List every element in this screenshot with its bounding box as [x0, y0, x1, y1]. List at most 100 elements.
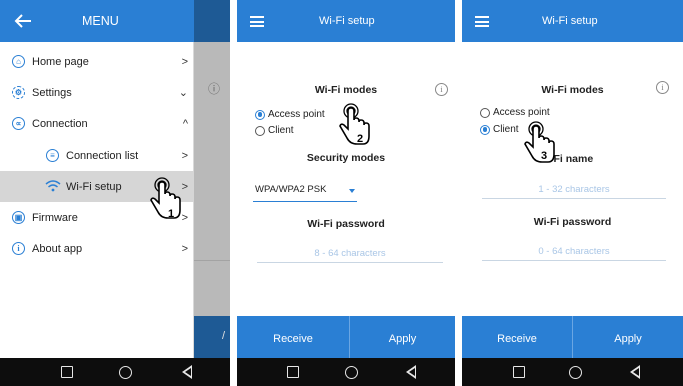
hamburger-menu-icon[interactable]: [250, 16, 264, 27]
app-bar: Wi-Fi setup: [237, 0, 455, 42]
wifi-modes-heading: Wi-Fi modes: [314, 84, 378, 96]
menu-item-label: Wi-Fi setup: [66, 180, 122, 193]
chevron-right-icon: >: [181, 55, 188, 68]
circle-icon: [568, 365, 582, 379]
back-key[interactable]: [620, 358, 650, 386]
input-underline: [482, 260, 666, 261]
input-underline: [257, 262, 443, 263]
menu-item-label: Connection: [32, 117, 88, 130]
menu-item-settings[interactable]: ⚙ Settings ⌄: [0, 77, 194, 108]
menu-item-label: Settings: [32, 86, 72, 99]
back-arrow-icon[interactable]: [13, 11, 33, 31]
input-underline: [482, 198, 666, 199]
app-title: Wi-Fi setup: [542, 15, 598, 27]
wifi-password-input[interactable]: 8 - 64 characters: [257, 248, 443, 259]
app-bar: Wi-Fi setup: [462, 0, 683, 42]
back-key[interactable]: [396, 358, 426, 386]
menu-item-label: Home page: [32, 55, 89, 68]
info-icon[interactable]: i: [435, 83, 448, 96]
radio-unchecked-icon: [255, 125, 265, 136]
recents-key[interactable]: [504, 358, 534, 386]
step-number: 2: [357, 133, 364, 145]
menu-item-connection-list[interactable]: ≡ Connection list >: [0, 140, 194, 171]
drawer-header: MENU: [0, 0, 194, 42]
triangle-back-icon: [182, 365, 192, 379]
screen-divider: [230, 0, 237, 386]
underlying-line: [194, 260, 230, 261]
bottom-action-bar: Receive Apply: [237, 316, 455, 358]
step-number: 1: [168, 208, 175, 220]
home-key[interactable]: [560, 358, 590, 386]
radio-unchecked-icon: [480, 107, 490, 118]
menu-item-label: About app: [32, 242, 83, 255]
receive-button[interactable]: Receive: [462, 316, 572, 358]
triangle-back-icon: [406, 365, 416, 379]
home-icon: ⌂: [12, 55, 25, 68]
chip-icon: ▣: [12, 211, 25, 224]
info-icon[interactable]: i: [656, 81, 669, 94]
radio-client[interactable]: Client: [255, 125, 294, 136]
triangle-back-icon: [630, 365, 640, 379]
underlying-info-icon: ⓘ: [208, 82, 221, 96]
list-icon: ≡: [46, 149, 59, 162]
tap-hand-icon: [522, 120, 562, 170]
settings-icon: ⚙: [12, 86, 25, 99]
apply-button[interactable]: Apply: [350, 316, 455, 358]
apply-button[interactable]: Apply: [573, 316, 683, 358]
dropdown-caret-icon: [349, 189, 355, 193]
bottom-action-bar: Receive Apply: [462, 316, 683, 358]
menu-item-label: Firmware: [32, 211, 78, 224]
recents-key[interactable]: [278, 358, 308, 386]
security-mode-dropdown[interactable]: WPA/WPA2 PSK: [253, 182, 357, 202]
radio-label: Access point: [493, 107, 550, 118]
radio-checked-icon: [255, 109, 265, 120]
share-icon: ∝: [12, 117, 25, 130]
dropdown-value: WPA/WPA2 PSK: [255, 184, 327, 195]
receive-button[interactable]: Receive: [237, 316, 349, 358]
menu-item-label: Connection list: [66, 149, 139, 162]
circle-icon: [118, 365, 132, 379]
step-number: 3: [541, 150, 548, 162]
underlying-slash: /: [222, 330, 226, 342]
wifi-password-heading: Wi-Fi password: [307, 218, 385, 230]
screen-divider: [455, 0, 462, 386]
radio-label: Client: [493, 124, 519, 135]
back-key[interactable]: [172, 358, 202, 386]
info-icon: i: [12, 242, 25, 255]
radio-client[interactable]: Client: [480, 124, 519, 135]
square-icon: [287, 366, 299, 378]
chevron-right-icon: >: [181, 149, 188, 162]
radio-label: Access point: [268, 109, 325, 120]
security-modes-heading: Security modes: [306, 152, 386, 164]
radio-checked-icon: [480, 124, 490, 135]
wifi-setup-screen-access-point: Wi-Fi setup Wi-Fi modes i Access point C…: [237, 0, 455, 358]
menu-item-connection[interactable]: ∝ Connection ^: [0, 108, 194, 139]
circle-icon: [344, 365, 358, 379]
app-title: Wi-Fi setup: [319, 15, 375, 27]
radio-label: Client: [268, 125, 294, 136]
square-icon: [513, 366, 525, 378]
wifi-password-heading: Wi-Fi password: [533, 216, 612, 228]
drawer-title: MENU: [82, 14, 119, 28]
android-navigation-bar: [0, 358, 683, 386]
wifi-setup-screen-client: Wi-Fi setup Wi-Fi modes i Access point C…: [462, 0, 683, 358]
square-icon: [61, 366, 73, 378]
chevron-up-icon: ^: [182, 117, 188, 130]
menu-item-about-app[interactable]: i About app >: [0, 233, 194, 264]
wifi-name-input[interactable]: 1 - 32 characters: [482, 184, 666, 195]
wifi-icon: [45, 179, 61, 193]
wifi-modes-heading: Wi-Fi modes: [541, 84, 604, 96]
underlying-appbar-dimmed: [194, 0, 230, 42]
chevron-down-icon: ⌄: [178, 87, 188, 99]
wifi-password-input[interactable]: 0 - 64 characters: [482, 246, 666, 257]
home-key[interactable]: [110, 358, 140, 386]
radio-access-point[interactable]: Access point: [255, 109, 325, 120]
menu-item-home-page[interactable]: ⌂ Home page >: [0, 46, 194, 77]
home-key[interactable]: [336, 358, 366, 386]
recents-key[interactable]: [52, 358, 82, 386]
hamburger-menu-icon[interactable]: [475, 16, 489, 27]
radio-access-point[interactable]: Access point: [480, 107, 550, 118]
underlying-screen-dimmed: [194, 0, 230, 358]
chevron-right-icon: >: [181, 242, 188, 255]
menu-screen: ⓘ / MENU ⌂ Home page > ⚙ Settings ⌄ ∝ Co…: [0, 0, 230, 358]
